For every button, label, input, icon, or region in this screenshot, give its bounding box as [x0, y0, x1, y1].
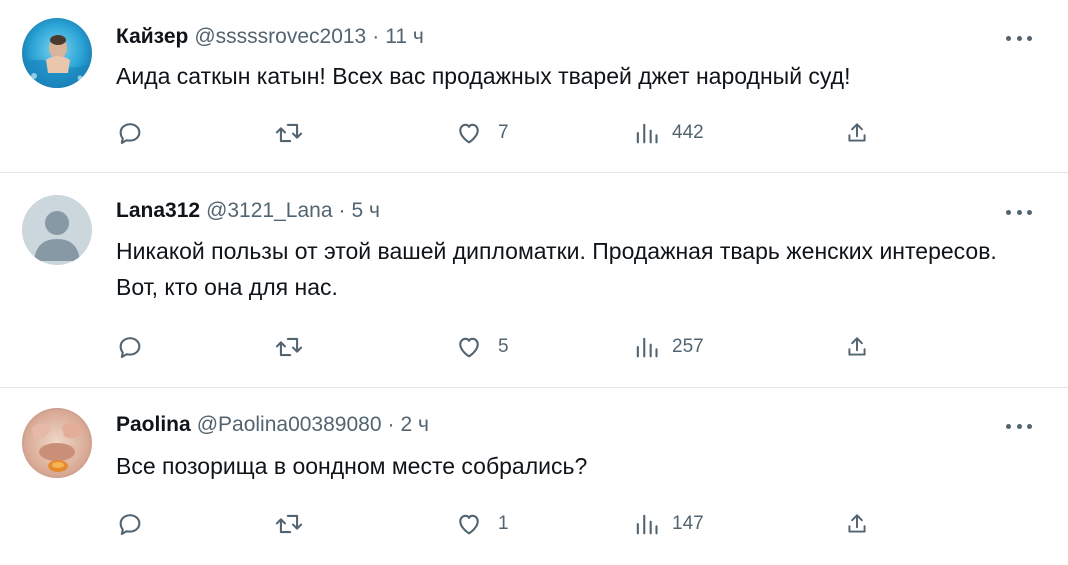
tweet-text: Никакой пользы от этой вашей дипломатки.…	[116, 238, 997, 300]
reply-button[interactable]	[116, 118, 144, 148]
avatar[interactable]	[22, 18, 92, 88]
retweet-icon	[275, 337, 303, 357]
author-handle[interactable]: @sssssrovec2013	[194, 25, 366, 48]
share-button[interactable]	[844, 332, 870, 362]
more-icon[interactable]	[1006, 205, 1032, 219]
share-button[interactable]	[844, 509, 870, 539]
reply-button[interactable]	[116, 332, 144, 362]
avatar[interactable]	[22, 195, 92, 265]
tweet[interactable]: Кайзер @sssssrovec2013 · 11 ч Аида саткын к…	[0, 0, 1068, 170]
author-handle[interactable]: @Paolina00389080	[197, 413, 382, 436]
views-icon	[636, 337, 658, 358]
view-count: 257	[672, 336, 704, 357]
tweet-header: Lana312 @3121_Lana · 5 ч	[116, 198, 380, 224]
views-icon	[636, 514, 658, 535]
separator: ·	[372, 25, 380, 48]
tweet-actions: 7 442	[116, 118, 876, 148]
divider	[0, 387, 1068, 388]
tweet-actions: 1 147	[116, 509, 876, 539]
share-icon	[848, 514, 866, 533]
divider	[0, 172, 1068, 173]
author-handle[interactable]: @3121_Lana	[206, 199, 332, 222]
more-icon[interactable]	[1006, 31, 1032, 45]
tweet-text: Все позорища в оондном месте собрались?	[116, 453, 588, 479]
share-icon	[848, 123, 866, 142]
heart-icon	[459, 337, 479, 358]
tweet-actions: 5 257	[116, 332, 876, 362]
timestamp[interactable]: 5 ч	[352, 199, 380, 222]
like-count: 5	[498, 336, 509, 357]
like-button[interactable]: 1	[454, 509, 509, 539]
view-count: 442	[672, 122, 704, 143]
like-button[interactable]: 5	[454, 332, 509, 362]
separator: ·	[338, 199, 346, 222]
author-name[interactable]: Paolina	[116, 413, 191, 436]
tweet[interactable]: Paolina @Paolina00389080 · 2 ч Все позорища…	[0, 390, 1068, 565]
share-button[interactable]	[844, 118, 870, 148]
tweet-header: Paolina @Paolina00389080 · 2 ч	[116, 412, 429, 438]
retweet-button[interactable]	[274, 118, 304, 148]
replies-feed: Кайзер @sssssrovec2013 · 11 ч Аида саткын к…	[0, 0, 1068, 565]
share-icon	[848, 337, 866, 356]
view-count: 147	[672, 513, 704, 534]
reply-button[interactable]	[116, 509, 144, 539]
avatar[interactable]	[22, 408, 92, 478]
retweet-icon	[275, 514, 303, 534]
views-button[interactable]: 257	[634, 332, 704, 362]
heart-icon	[459, 514, 479, 535]
views-button[interactable]: 147	[634, 509, 704, 539]
like-button[interactable]: 7	[454, 118, 509, 148]
tweet-header: Кайзер @sssssrovec2013 · 11 ч	[116, 24, 424, 50]
tweet-text: Аида саткын катын! Всех вас продажных тв…	[116, 63, 851, 89]
timestamp[interactable]: 2 ч	[401, 413, 429, 436]
views-icon	[636, 123, 658, 144]
heart-icon	[459, 123, 479, 144]
author-name[interactable]: Lana312	[116, 199, 200, 222]
tweet[interactable]: Lana312 @3121_Lana · 5 ч Никакой пользы от …	[0, 175, 1068, 385]
separator: ·	[387, 413, 395, 436]
like-count: 1	[498, 513, 509, 534]
retweet-icon	[275, 123, 303, 143]
reply-icon	[119, 123, 141, 144]
reply-icon	[119, 337, 141, 358]
like-count: 7	[498, 122, 509, 143]
retweet-button[interactable]	[274, 509, 304, 539]
author-name[interactable]: Кайзер	[116, 25, 188, 48]
timestamp[interactable]: 11 ч	[385, 25, 424, 48]
retweet-button[interactable]	[274, 332, 304, 362]
reply-icon	[119, 514, 141, 535]
more-icon[interactable]	[1006, 419, 1032, 433]
views-button[interactable]: 442	[634, 118, 704, 148]
